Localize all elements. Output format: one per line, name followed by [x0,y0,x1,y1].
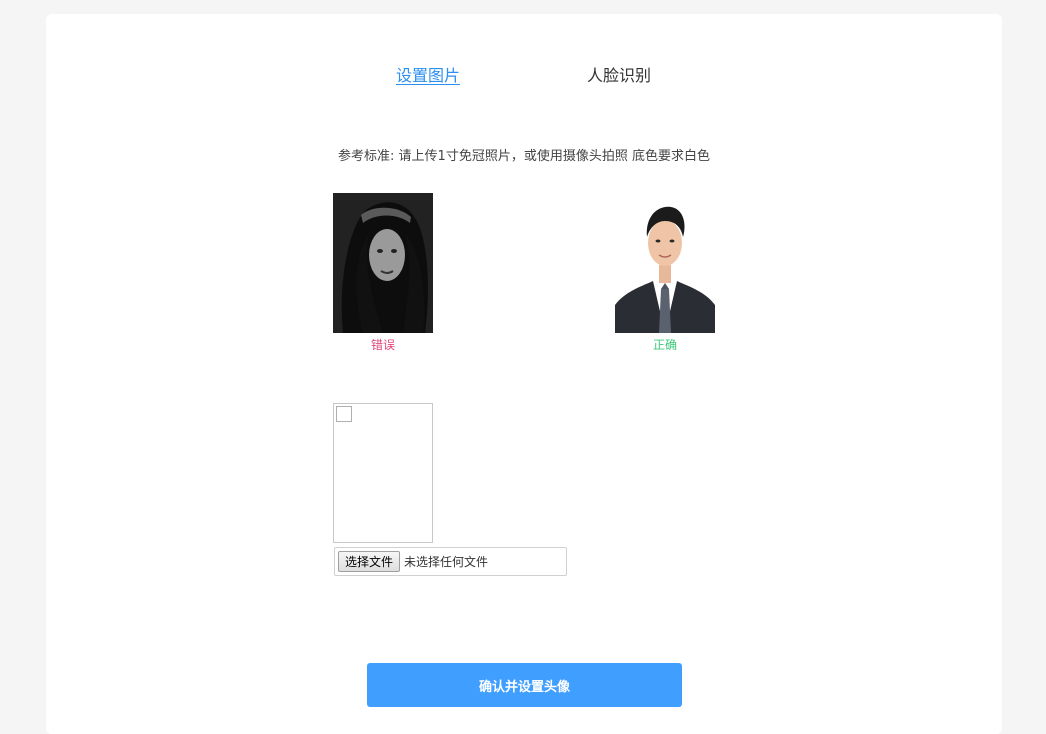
tab-face-recognition[interactable]: 人脸识别 [587,66,651,86]
correct-caption: 正确 [652,338,677,352]
reference-hint: 参考标准: 请上传1寸免冠照片，或使用摄像头拍照 底色要求白色 [338,149,710,164]
correct-sample-photo [615,193,715,333]
wrong-caption: 错误 [370,338,395,352]
wrong-sample-photo [333,193,433,333]
sample-wrong: 错误 [333,193,433,353]
choose-file-button[interactable]: 选择文件 [338,551,401,572]
tab-set-image[interactable]: 设置图片 [396,66,460,86]
file-status: 未选择任何文件 [404,555,489,569]
file-input[interactable]: 选择文件 未选择任何文件 [334,547,567,576]
main-card: 设置图片 人脸识别 参考标准: 请上传1寸免冠照片，或使用摄像头拍照 底色要求白… [46,14,1002,734]
confirm-set-avatar-button[interactable]: 确认并设置头像 [367,663,682,707]
sample-correct: 正确 [615,193,715,353]
broken-image-icon [336,406,352,422]
upload-preview [333,403,433,543]
